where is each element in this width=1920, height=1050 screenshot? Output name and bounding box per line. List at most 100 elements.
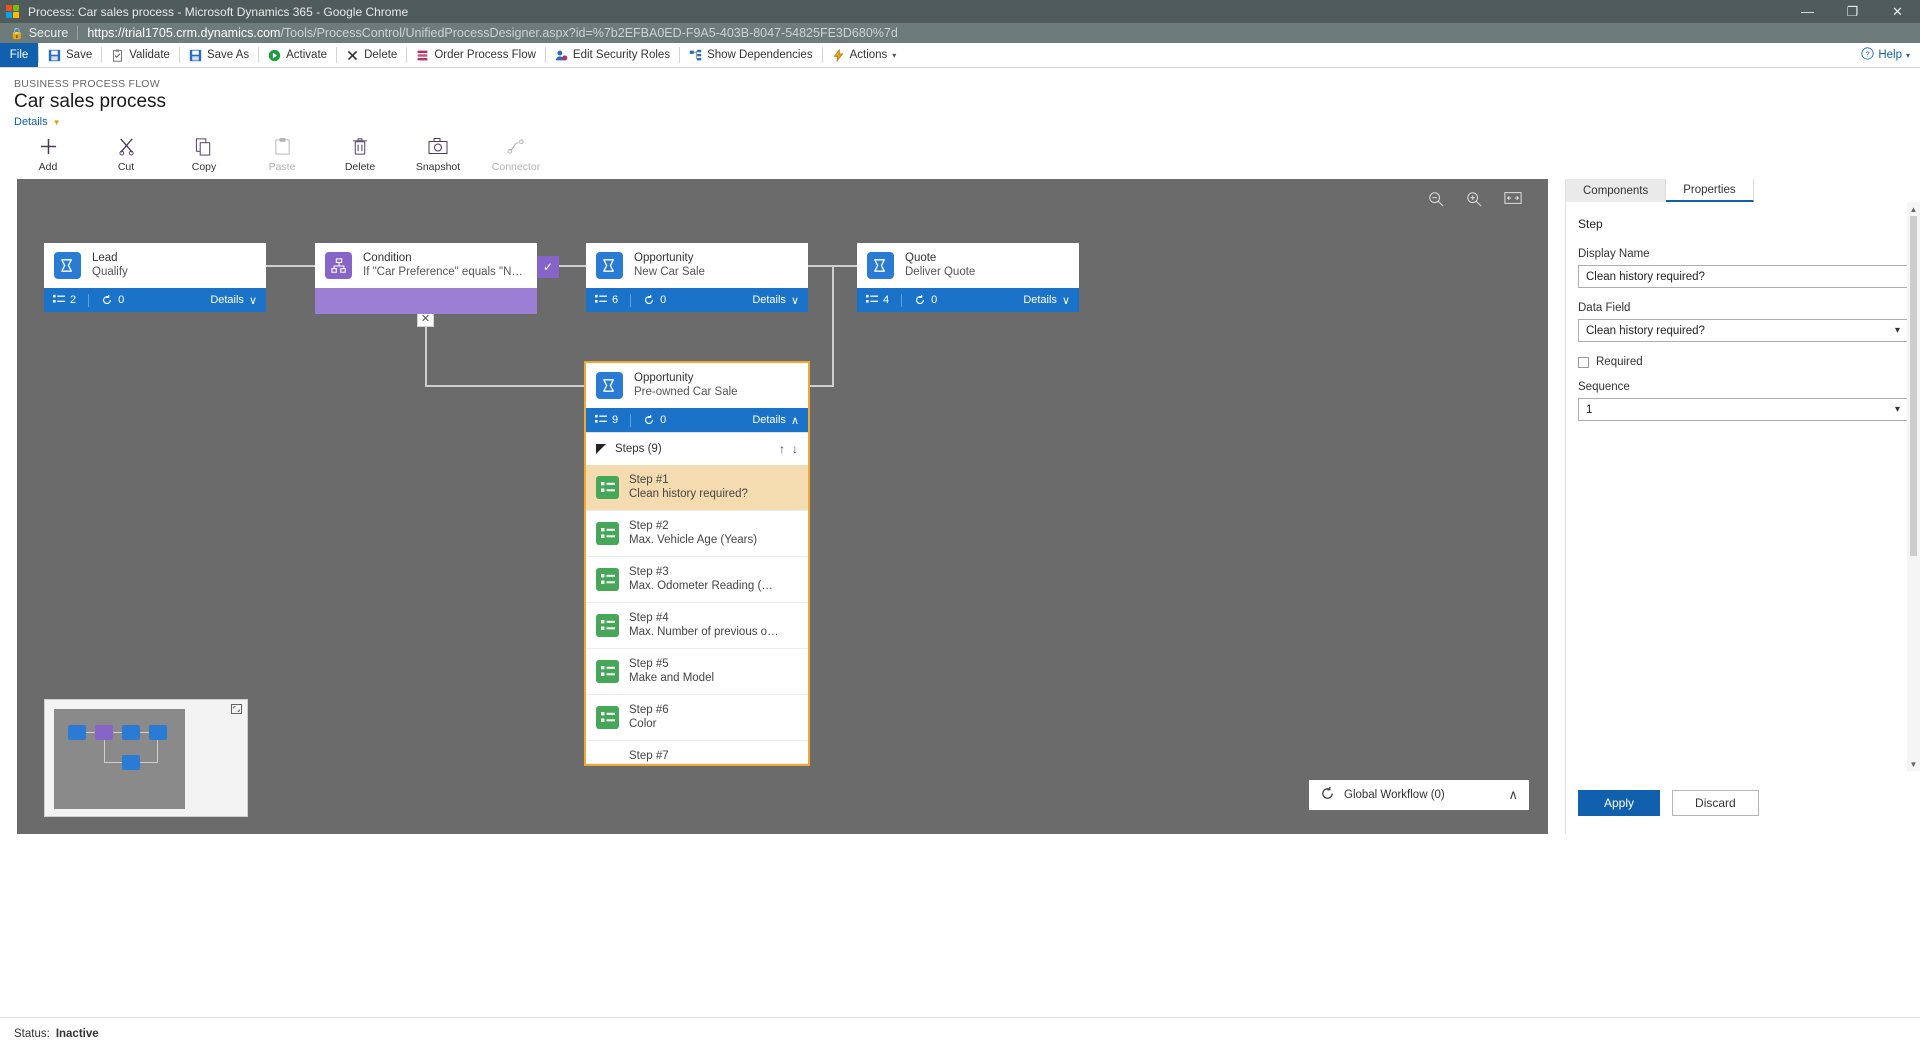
order-process-flow-label: Order Process Flow: [434, 49, 536, 61]
app-logo-icon: [6, 4, 20, 19]
validate-label: Validate: [129, 49, 170, 61]
node-details-toggle[interactable]: Details ∨: [210, 294, 257, 307]
apply-button[interactable]: Apply: [1578, 789, 1661, 816]
scroll-up-icon[interactable]: ▲: [1907, 202, 1920, 216]
bar-divider: [630, 413, 632, 427]
toolbar-connector-button[interactable]: Connector: [490, 136, 542, 173]
stage-flag-icon: [54, 252, 81, 279]
node-details-bar: 6 0 Details ∨: [586, 288, 808, 312]
node-details-toggle[interactable]: Details ∧: [752, 414, 799, 427]
minimize-button[interactable]: —: [1785, 0, 1830, 23]
scrollbar-thumb[interactable]: [1910, 216, 1917, 556]
toolbar-copy-button[interactable]: Copy: [178, 136, 230, 173]
steps-reorder-controls: ↑ ↓: [779, 442, 798, 456]
node-header: Condition If "Car Preference" equals "Ne…: [315, 243, 537, 288]
scissors-icon: [118, 136, 135, 156]
required-checkbox[interactable]: [1578, 356, 1589, 368]
validate-button[interactable]: Validate: [102, 43, 179, 67]
activate-button[interactable]: Activate: [259, 43, 336, 67]
order-process-flow-button[interactable]: Order Process Flow: [407, 43, 545, 67]
close-button[interactable]: ✕: [1875, 0, 1920, 23]
display-name-input[interactable]: Clean history required?: [1578, 265, 1908, 288]
step-list-item[interactable]: Step #2 Max. Vehicle Age (Years): [586, 511, 808, 557]
connector-line: [808, 385, 833, 387]
minimap-expand-icon[interactable]: [231, 704, 242, 717]
save-as-button[interactable]: Save As: [180, 43, 258, 67]
zoom-in-icon[interactable]: [1466, 191, 1482, 212]
step-icon: [596, 706, 619, 729]
step-list-item[interactable]: Step #6 Color: [586, 695, 808, 741]
move-down-icon[interactable]: ↓: [792, 442, 798, 456]
display-name-label: Display Name: [1578, 248, 1650, 260]
condition-branch-icon: [325, 252, 352, 279]
validate-icon: [111, 48, 124, 62]
save-icon: [48, 49, 61, 62]
toolbar-cut-button[interactable]: Cut: [100, 136, 152, 173]
toolbar-paste-button[interactable]: Paste: [256, 136, 308, 173]
step-field: Max. Odometer Reading (Max): [629, 580, 781, 592]
step-field: Max. Number of previous ow...: [629, 626, 781, 638]
toolbar-delete-button[interactable]: Delete: [334, 136, 386, 173]
data-field-select[interactable]: Clean history required?: [1578, 319, 1908, 342]
sequence-select[interactable]: 1: [1578, 398, 1908, 421]
minimap-connector: [104, 740, 105, 762]
node-entity: Quote: [905, 252, 937, 264]
step-list-item[interactable]: Step #3 Max. Odometer Reading (Max): [586, 557, 808, 603]
details-toggle[interactable]: Details ▼: [14, 116, 1920, 128]
process-canvas[interactable]: ✕ Lead Qualify 2 0 Details ∨ Condition I…: [17, 179, 1548, 834]
node-details-toggle[interactable]: Details ∨: [752, 294, 799, 307]
tab-properties[interactable]: Properties: [1666, 179, 1754, 202]
help-label[interactable]: Help: [1878, 49, 1902, 61]
show-dependencies-button[interactable]: Show Dependencies: [680, 43, 822, 67]
discard-button[interactable]: Discard: [1672, 789, 1759, 816]
step-list-item[interactable]: Step #5 Make and Model: [586, 649, 808, 695]
workflow-count: 0: [914, 294, 949, 306]
step-list-item[interactable]: Step #7: [586, 741, 808, 764]
minimap-connector: [104, 762, 122, 763]
save-button[interactable]: Save: [39, 43, 101, 67]
step-text: Step #3 Max. Odometer Reading (Max): [629, 565, 781, 594]
stage-node-opportunity-preowned[interactable]: Opportunity Pre-owned Car Sale 9 0 Detai…: [584, 361, 810, 766]
node-entity: Opportunity: [634, 252, 694, 264]
properties-tabs: Components Properties: [1566, 179, 1920, 202]
node-text: Opportunity Pre-owned Car Sale: [634, 371, 738, 400]
toolbar-snapshot-button[interactable]: Snapshot: [412, 136, 464, 173]
step-list-item[interactable]: Step #1 Clean history required?: [586, 465, 808, 511]
minimap-connector: [140, 732, 149, 733]
tab-components[interactable]: Components: [1566, 179, 1667, 202]
stage-node-quote[interactable]: Quote Deliver Quote 4 0 Details ∨: [857, 243, 1079, 312]
node-details-toggle[interactable]: Details ∨: [1023, 294, 1070, 307]
browser-url-bar[interactable]: 🔒 Secure https://trial1705.crm.dynamics.…: [0, 23, 1920, 43]
scroll-down-icon[interactable]: ▼: [1907, 757, 1920, 771]
global-workflow-bar[interactable]: Global Workflow (0) ∧: [1309, 780, 1529, 810]
steps-list[interactable]: Step #1 Clean history required? Step #2 …: [586, 465, 808, 764]
collapse-triangle-icon[interactable]: [596, 444, 606, 454]
node-text: Condition If "Car Preference" equals "Ne…: [363, 251, 527, 280]
steps-count: 6: [595, 294, 630, 306]
required-checkbox-row[interactable]: Required: [1578, 356, 1908, 368]
edit-security-roles-button[interactable]: Edit Security Roles: [546, 43, 679, 67]
step-list-item[interactable]: Step #4 Max. Number of previous ow...: [586, 603, 808, 649]
actions-menu-button[interactable]: Actions ▾: [823, 43, 906, 67]
canvas-minimap[interactable]: [44, 699, 248, 817]
node-entity: Condition: [363, 252, 412, 264]
fit-to-screen-icon[interactable]: [1504, 191, 1522, 212]
maximize-button[interactable]: ❐: [1830, 0, 1875, 23]
delete-button[interactable]: Delete: [337, 43, 406, 67]
toolbar-add-button[interactable]: Add: [22, 136, 74, 173]
file-menu-button[interactable]: File: [0, 43, 38, 67]
chevron-down-icon: ▼: [52, 117, 61, 127]
chevron-up-icon[interactable]: ∧: [1508, 787, 1518, 803]
properties-scrollbar[interactable]: ▲ ▼: [1907, 202, 1920, 771]
stage-node-lead[interactable]: Lead Qualify 2 0 Details ∨: [44, 243, 266, 312]
step-icon: [596, 660, 619, 683]
condition-node[interactable]: Condition If "Car Preference" equals "Ne…: [315, 243, 559, 314]
save-as-icon: [189, 49, 202, 62]
minimap-viewport[interactable]: [54, 709, 185, 809]
zoom-out-icon[interactable]: [1428, 191, 1444, 212]
bar-divider: [630, 293, 632, 307]
bar-divider: [88, 293, 90, 307]
stage-node-opportunity-new[interactable]: Opportunity New Car Sale 6 0 Details ∨: [586, 243, 808, 312]
window-controls: — ❐ ✕: [1785, 0, 1920, 23]
move-up-icon[interactable]: ↑: [779, 442, 785, 456]
